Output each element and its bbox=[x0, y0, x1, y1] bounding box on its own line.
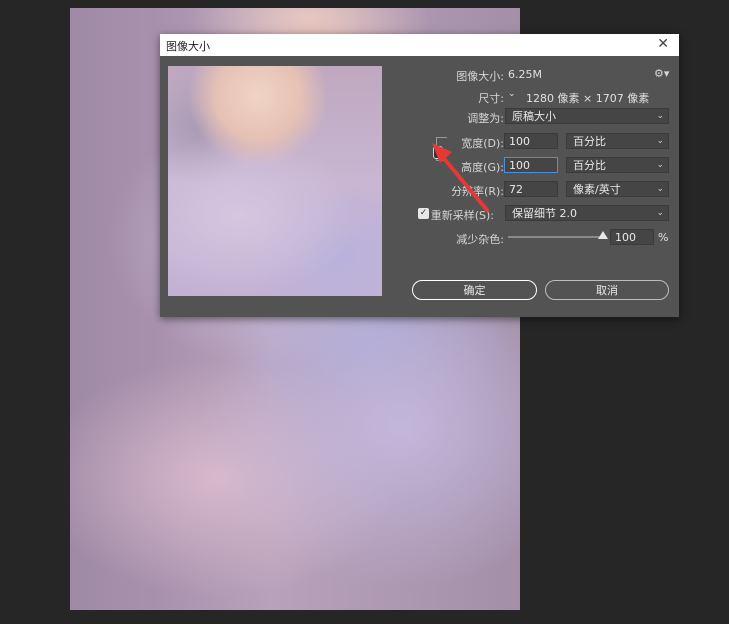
annotation-arrow bbox=[432, 143, 489, 212]
annotation-arrow-head bbox=[432, 143, 452, 163]
annotation-arrow-shaft bbox=[439, 153, 489, 212]
